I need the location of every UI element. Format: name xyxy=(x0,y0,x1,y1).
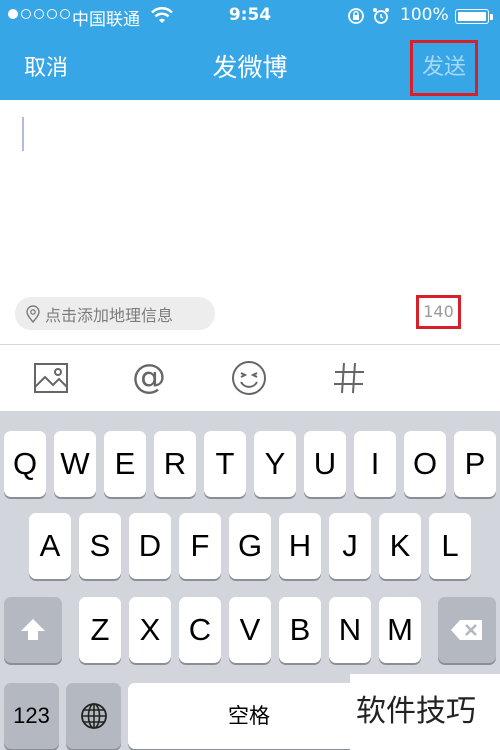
key-r[interactable]: R xyxy=(154,431,196,497)
emoji-icon[interactable] xyxy=(230,359,268,397)
key-l[interactable]: L xyxy=(429,513,471,579)
key-q[interactable]: Q xyxy=(4,431,46,497)
key-s[interactable]: S xyxy=(79,513,121,579)
key-z[interactable]: Z xyxy=(79,597,121,663)
key-m[interactable]: M xyxy=(379,597,421,663)
key-o[interactable]: O xyxy=(404,431,446,497)
key-g[interactable]: G xyxy=(229,513,271,579)
at-icon[interactable]: @ xyxy=(130,359,168,397)
rotation-lock-icon xyxy=(348,8,364,24)
battery-percent: 100% xyxy=(400,5,449,25)
key-t[interactable]: T xyxy=(204,431,246,497)
hashtag-icon[interactable] xyxy=(330,359,368,397)
key-p[interactable]: P xyxy=(454,431,496,497)
location-pin-icon xyxy=(26,304,40,323)
key-f[interactable]: F xyxy=(179,513,221,579)
char-count: 140 xyxy=(416,295,461,329)
space-key[interactable]: 空格 xyxy=(128,683,370,749)
key-d[interactable]: D xyxy=(129,513,171,579)
delete-key[interactable] xyxy=(438,597,496,663)
key-b[interactable]: B xyxy=(279,597,321,663)
globe-icon xyxy=(80,703,107,729)
key-a[interactable]: A xyxy=(29,513,71,579)
alarm-icon xyxy=(373,8,389,24)
status-bar: 中国联通 9:54 100% xyxy=(0,0,500,32)
key-i[interactable]: I xyxy=(354,431,396,497)
key-h[interactable]: H xyxy=(279,513,321,579)
compose-textarea[interactable] xyxy=(0,100,500,290)
key-e[interactable]: E xyxy=(104,431,146,497)
key-c[interactable]: C xyxy=(179,597,221,663)
send-button[interactable]: 发送 xyxy=(410,40,478,96)
shift-key[interactable] xyxy=(4,597,62,663)
key-k[interactable]: K xyxy=(379,513,421,579)
key-x[interactable]: X xyxy=(129,597,171,663)
backspace-icon xyxy=(451,620,482,640)
shift-icon xyxy=(21,619,45,640)
add-location-button[interactable]: 点击添加地理信息 xyxy=(15,297,215,330)
key-j[interactable]: J xyxy=(329,513,371,579)
key-v[interactable]: V xyxy=(229,597,271,663)
key-y[interactable]: Y xyxy=(254,431,296,497)
location-label: 点击添加地理信息 xyxy=(45,305,174,325)
globe-key[interactable] xyxy=(66,683,121,749)
compose-toolbar: @ xyxy=(0,345,500,411)
key-u[interactable]: U xyxy=(304,431,346,497)
key-w[interactable]: W xyxy=(54,431,96,497)
battery-icon xyxy=(455,9,493,24)
watermark: 软件技巧 xyxy=(350,674,500,750)
image-icon[interactable] xyxy=(32,359,70,397)
key-n[interactable]: N xyxy=(329,597,371,663)
numbers-key[interactable]: 123 xyxy=(4,683,59,749)
text-cursor xyxy=(22,117,24,151)
header-bar: 中国联通 9:54 100% 取消 发微博 发送 xyxy=(0,0,500,100)
